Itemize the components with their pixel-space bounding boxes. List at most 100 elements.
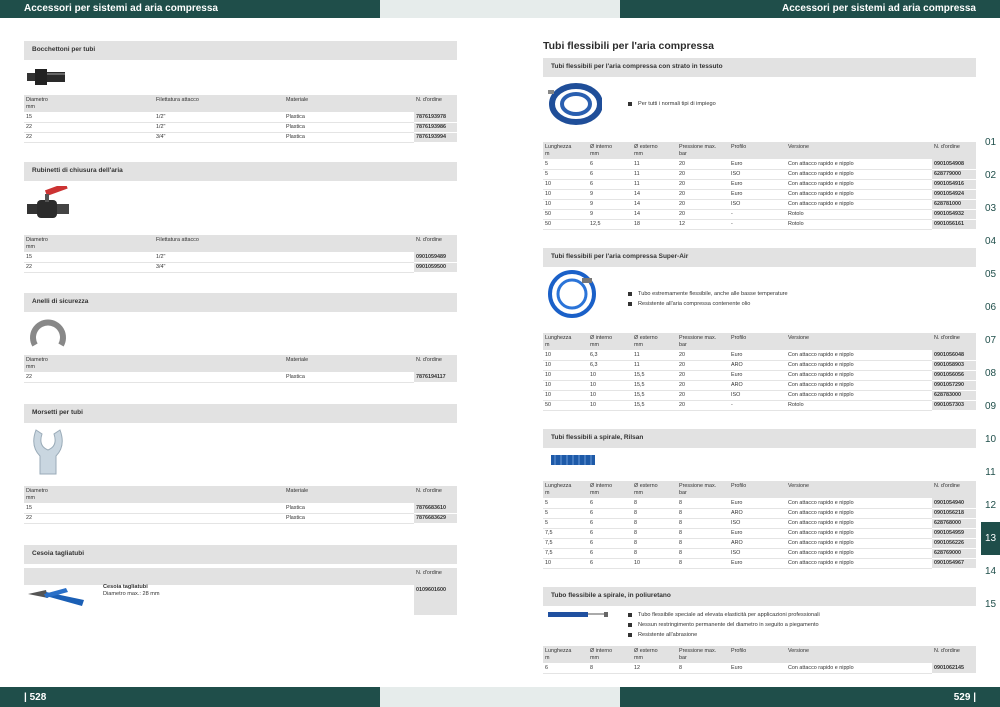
chapter-tab-09[interactable]: 09: [981, 390, 1000, 423]
chapter-tab-07[interactable]: 07: [981, 324, 1000, 357]
column-header: Lunghezza m: [543, 333, 588, 350]
page-number-right: 529 |: [953, 692, 976, 703]
table-row: 7,5 6 8 8 ISO Con attacco rapido e nipplo 6287…: [543, 548, 976, 559]
table-cell: ISO: [729, 199, 786, 210]
super-air-hose-image: [548, 270, 596, 318]
order-number: 7876193986: [414, 122, 457, 133]
table-cell: ISO: [729, 548, 786, 559]
table-cell: Con attacco rapido e nipplo: [786, 518, 932, 529]
chapter-tab-12[interactable]: 12: [981, 489, 1000, 522]
cutter-description: Cesoia tagliatubi Diametro max.: 28 mm: [103, 584, 160, 597]
chapter-tab-08[interactable]: 08: [981, 357, 1000, 390]
order-number: 628779000: [932, 169, 976, 180]
table-cell: 11: [632, 179, 677, 190]
table-cell: 14: [632, 189, 677, 200]
table-row: 22 Plastica 7876683629: [24, 513, 457, 524]
table-cell: Con attacco rapido e nipplo: [786, 663, 932, 674]
table-cell: Rotolo: [786, 219, 932, 230]
table-cell: 15: [24, 503, 284, 514]
chapter-tab-14[interactable]: 14: [981, 555, 1000, 588]
order-number: 628783000: [932, 390, 976, 401]
rilsan-spiral-hose-image: [551, 455, 595, 465]
column-header: Profilo: [729, 481, 786, 498]
column-header: Diametro mm: [24, 235, 154, 252]
chapter-tab-03[interactable]: 03: [981, 192, 1000, 225]
table-cell: 3/4": [154, 262, 414, 273]
section-title: Rubinetti di chiusura dell'aria: [24, 162, 457, 181]
table-row: 5 6 8 8 ISO Con attacco rapido e nipplo 628768…: [543, 518, 976, 529]
table-cell: 6: [588, 179, 632, 190]
column-header: N. d'ordine: [414, 235, 457, 252]
chapter-tab-10[interactable]: 10: [981, 423, 1000, 456]
column-header: Profilo: [729, 333, 786, 350]
chapter-tab-02[interactable]: 02: [981, 159, 1000, 192]
chapter-tab-11[interactable]: 11: [981, 456, 1000, 489]
table-cell: 14: [632, 199, 677, 210]
table-header: Lunghezza m Ø interno mm Ø esterno mm Pression…: [543, 333, 976, 350]
table-row: 10 10 15,5 20 Euro Con attacco rapido e nippl…: [543, 370, 976, 381]
table-cell: 22: [24, 372, 284, 383]
column-header: Versione: [786, 481, 932, 498]
table-cell: 3/4": [154, 132, 284, 143]
table-cell: 8: [677, 528, 729, 539]
chapter-tab-01[interactable]: 01: [981, 126, 1000, 159]
table-cell: Euro: [729, 528, 786, 539]
chapter-tab-13[interactable]: 13: [981, 522, 1000, 555]
table-cell: 22: [24, 262, 154, 273]
table-cell: 7,5: [543, 528, 588, 539]
textile-hose-image: [548, 83, 602, 125]
chapter-tab-15[interactable]: 15: [981, 588, 1000, 621]
order-number: 7876683610: [414, 503, 457, 514]
order-number: 7876193978: [414, 112, 457, 123]
header-left: Accessori per sistemi ad aria compressa: [24, 3, 218, 14]
table-cell: Con attacco rapido e nipplo: [786, 528, 932, 539]
chapter-tab-06[interactable]: 06: [981, 291, 1000, 324]
table-cell: Con attacco rapido e nipplo: [786, 380, 932, 391]
ring-table: Diametro mm Materiale N. d'ordine 22 Plastica…: [24, 355, 457, 383]
textile-hose-table: Lunghezza m Ø interno mm Ø esterno mm Pression…: [543, 142, 976, 230]
table-cell: 18: [632, 219, 677, 230]
order-number: 628769000: [932, 548, 976, 559]
table-cell: 6: [588, 159, 632, 170]
table-row: 15 1/2" 0901059489: [24, 252, 457, 263]
table-cell: 1/2": [154, 122, 284, 133]
order-number: 0901054916: [932, 179, 976, 190]
table-cell: Plastica: [284, 503, 414, 514]
table-cell: 6,3: [588, 350, 632, 361]
chapter-tab-05[interactable]: 05: [981, 258, 1000, 291]
table-row: 22 3/4" 0901059500: [24, 262, 457, 273]
column-header: N. d'ordine: [932, 333, 976, 350]
table-cell: 22: [24, 513, 284, 524]
section-title: Anelli di sicurezza: [24, 293, 457, 312]
table-cell: 6,3: [588, 360, 632, 371]
table-row: 22 Plastica 7876194117: [24, 372, 457, 383]
order-number: 7876683629: [414, 513, 457, 524]
table-cell: 10: [543, 189, 588, 200]
section-title: Tubi flessibili per l'aria compressa Sup…: [543, 248, 976, 267]
order-number: 0901054924: [932, 189, 976, 200]
table-cell: 20: [677, 189, 729, 200]
table-cell: Plastica: [284, 513, 414, 524]
pipe-cutter-image: [28, 588, 84, 606]
table-cell: 12: [677, 219, 729, 230]
order-number: 0901057303: [932, 400, 976, 411]
table-row: 6 8 12 8 Euro Con attacco rapido e nipplo 0901…: [543, 663, 976, 674]
table-cell: 12,5: [588, 219, 632, 230]
table-cell: Con attacco rapido e nipplo: [786, 179, 932, 190]
order-number: 0901056048: [932, 350, 976, 361]
table-cell: Con attacco rapido e nipplo: [786, 558, 932, 569]
chapter-tab-04[interactable]: 04: [981, 225, 1000, 258]
table-cell: Con attacco rapido e nipplo: [786, 189, 932, 200]
table-cell: 7,5: [543, 548, 588, 559]
feature-list: Tubo flessibile speciale ad elevata elas…: [628, 610, 820, 640]
table-cell: 6: [588, 169, 632, 180]
column-header: Diametro mm: [24, 95, 154, 112]
cutter-table: N. d'ordine 0109601600: [24, 568, 457, 616]
table-cell: Plastica: [284, 132, 414, 143]
table-cell: Euro: [729, 370, 786, 381]
table-cell: 6: [588, 518, 632, 529]
table-cell: Rotolo: [786, 209, 932, 220]
table-cell: Plastica: [284, 372, 414, 383]
table-cell: 15,5: [632, 390, 677, 401]
rilsan-table: Lunghezza m Ø interno mm Ø esterno mm Pression…: [543, 481, 976, 569]
